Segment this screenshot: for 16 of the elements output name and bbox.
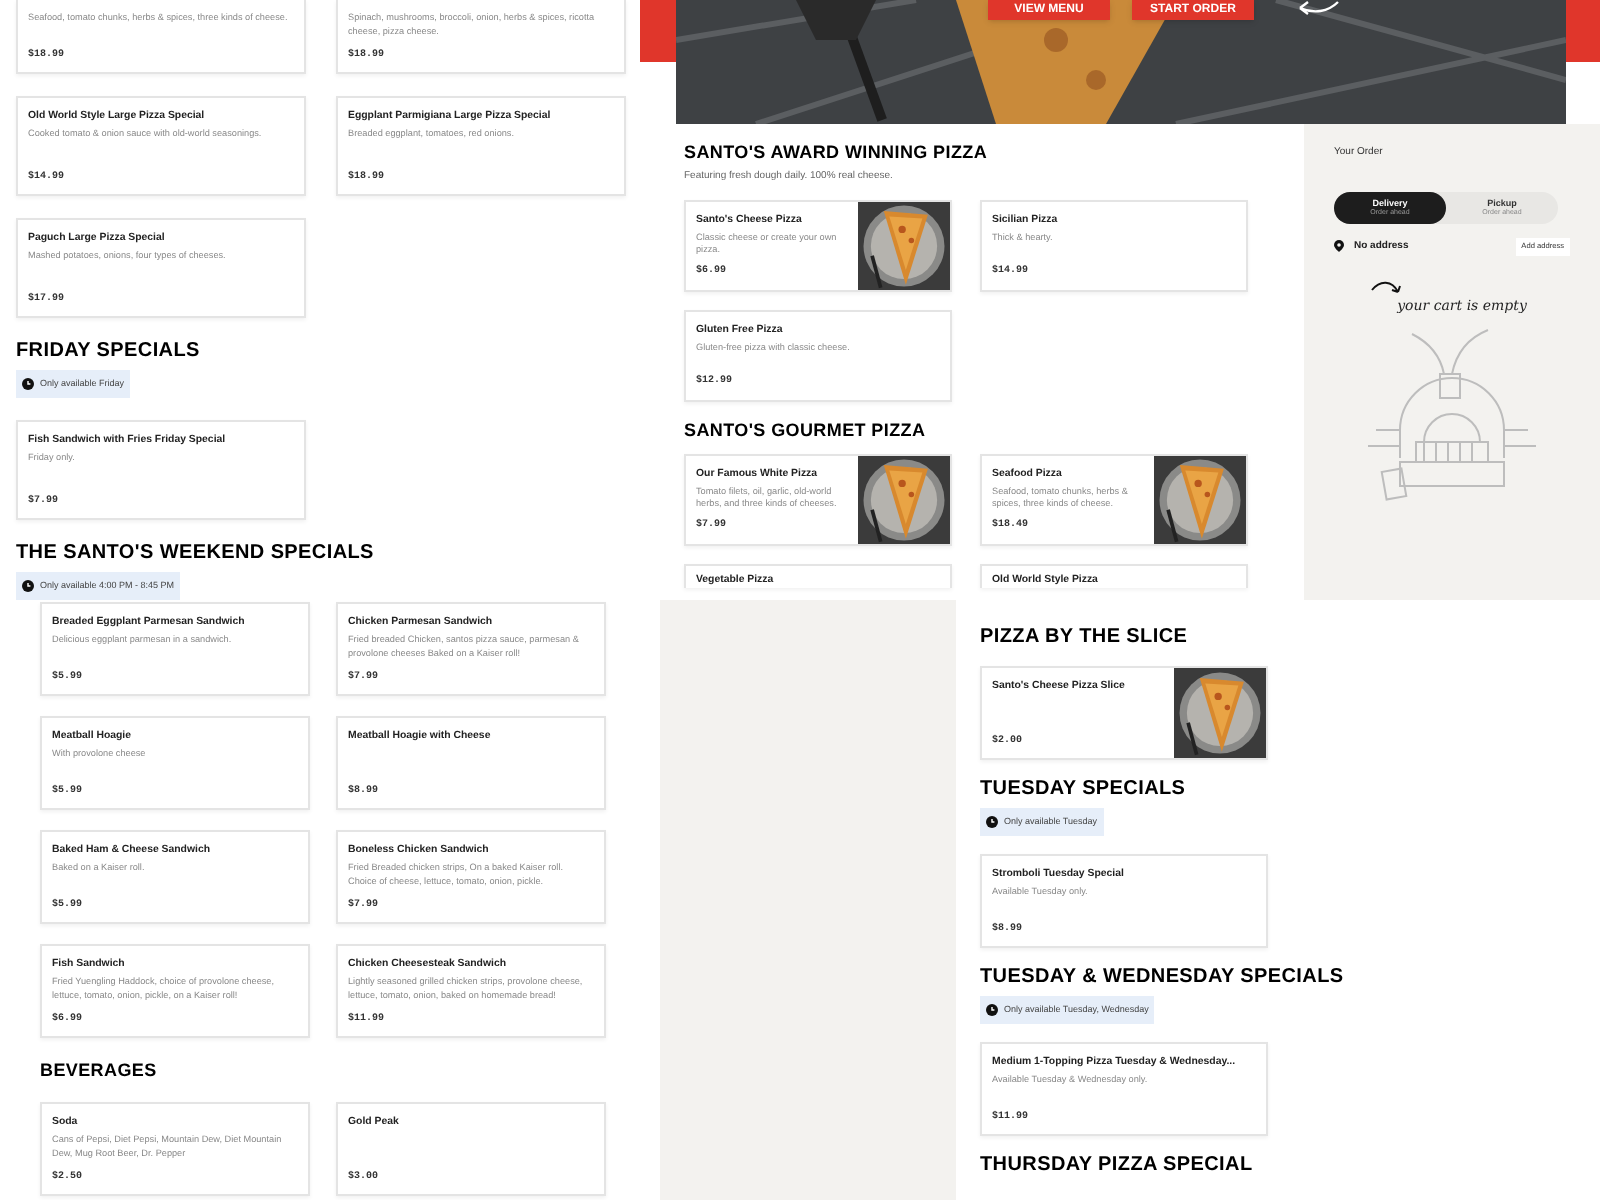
clock-icon [986,1004,998,1016]
location-pin-icon [1334,240,1344,253]
section-heading: BEVERAGES [40,1062,159,1080]
clock-icon [986,816,998,828]
section-heading: PIZZA BY THE SLICE [980,628,1190,648]
section-heading: FRIDAY SPECIALS [16,342,202,362]
arrow-icon [1296,0,1340,16]
clock-icon [22,378,34,390]
curved-arrow-icon [1370,280,1402,299]
section-heading: TUESDAY & WEDNESDAY SPECIALS [980,968,1346,988]
section-heading: TUESDAY SPECIALS [980,780,1188,800]
section-heading: SANTO'S GOURMET PIZZA [684,421,928,439]
section-heading: SANTO'S AWARD WINNING PIZZA [684,144,990,162]
clock-icon [22,580,34,592]
section-heading: THE SANTO'S WEEKEND SPECIALS [16,544,376,564]
section-heading: THURSDAY PIZZA SPECIAL [980,1156,1255,1176]
